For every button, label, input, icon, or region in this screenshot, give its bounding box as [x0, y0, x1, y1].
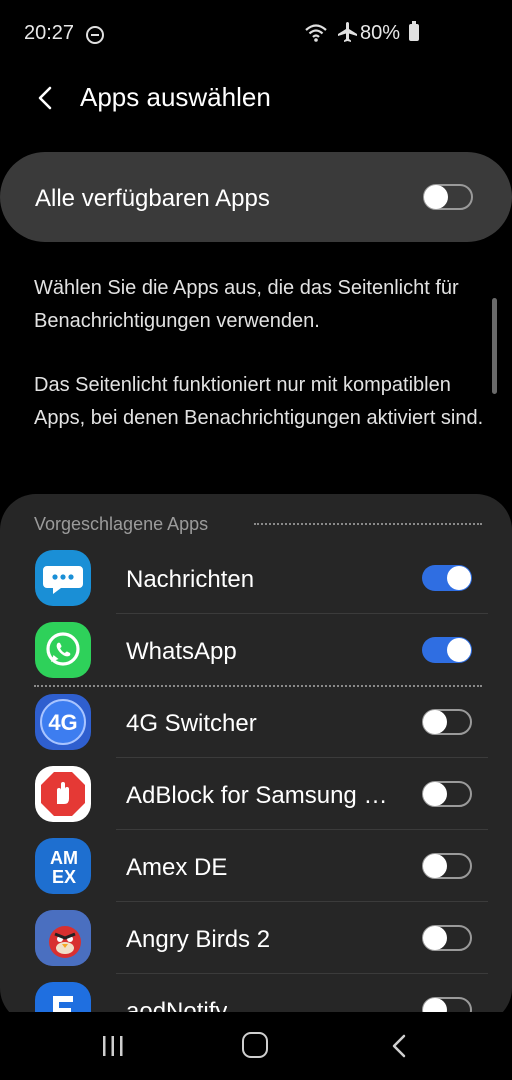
list-item[interactable]: Angry Birds 2 — [0, 902, 512, 974]
toggle-knob — [423, 782, 447, 806]
all-apps-label: Alle verfügbaren Apps — [35, 185, 270, 212]
toggle-knob — [447, 566, 471, 590]
section-header: Vorgeschlagene Apps — [34, 514, 209, 534]
toggle-knob — [423, 926, 447, 950]
app-toggle[interactable] — [422, 925, 472, 951]
airplane-mode-icon — [338, 22, 357, 42]
section-divider — [254, 523, 482, 525]
battery-icon — [409, 21, 419, 41]
do-not-disturb-icon — [86, 26, 104, 44]
battery-percentage: 80% — [359, 22, 400, 44]
svg-text:EX: EX — [52, 867, 76, 887]
app-name: WhatsApp — [126, 638, 237, 665]
wifi-icon — [305, 24, 327, 42]
all-apps-toggle[interactable] — [423, 184, 473, 210]
page-title: Apps auswählen — [80, 82, 271, 112]
whatsapp-icon — [35, 622, 91, 678]
app-toggle[interactable] — [422, 637, 472, 663]
app-bar: Apps auswählen — [0, 70, 512, 130]
4g-switcher-icon: 4G — [35, 694, 91, 750]
status-bar: 20:27 80% — [0, 0, 512, 70]
toggle-knob — [447, 638, 471, 662]
toggle-knob — [423, 710, 447, 734]
apps-list-card: Vorgeschlagene Apps Nachrichten WhatsApp — [0, 494, 512, 1024]
back-button[interactable] — [28, 80, 64, 116]
list-item[interactable]: Nachrichten — [0, 542, 512, 614]
adblock-icon — [35, 766, 91, 822]
nav-back-button[interactable] — [388, 1032, 412, 1060]
all-apps-row[interactable]: Alle verfügbaren Apps — [0, 152, 512, 242]
svg-text:AM: AM — [50, 848, 78, 868]
list-item[interactable]: AM EX Amex DE — [0, 830, 512, 902]
app-toggle[interactable] — [422, 853, 472, 879]
amex-icon: AM EX — [35, 838, 91, 894]
recent-apps-button[interactable] — [100, 1034, 126, 1058]
status-time: 20:27 — [24, 22, 75, 44]
app-toggle[interactable] — [422, 709, 472, 735]
list-item[interactable]: 4G 4G Switcher — [0, 686, 512, 758]
toggle-knob — [424, 185, 448, 209]
app-name: Angry Birds 2 — [126, 926, 271, 953]
list-item[interactable]: AdBlock for Samsung Internet — [0, 758, 512, 830]
angry-birds-icon — [35, 910, 91, 966]
app-toggle[interactable] — [422, 781, 472, 807]
app-name: Amex DE — [126, 854, 228, 881]
description-paragraph-2: Das Seitenlicht funktioniert nur mit kom… — [34, 374, 484, 429]
svg-text:4G: 4G — [48, 710, 77, 735]
app-name: Nachrichten — [126, 566, 255, 593]
app-toggle[interactable] — [422, 565, 472, 591]
navigation-bar — [0, 1012, 512, 1080]
app-name: 4G Switcher — [126, 710, 257, 737]
description-paragraph-1: Wählen Sie die Apps aus, die das Seitenl… — [34, 277, 459, 332]
home-button[interactable] — [242, 1032, 268, 1058]
list-item[interactable]: WhatsApp — [0, 614, 512, 686]
messages-icon — [35, 550, 91, 606]
toggle-knob — [423, 854, 447, 878]
app-name: AdBlock for Samsung Internet — [126, 782, 394, 809]
scrollbar[interactable] — [492, 298, 497, 394]
